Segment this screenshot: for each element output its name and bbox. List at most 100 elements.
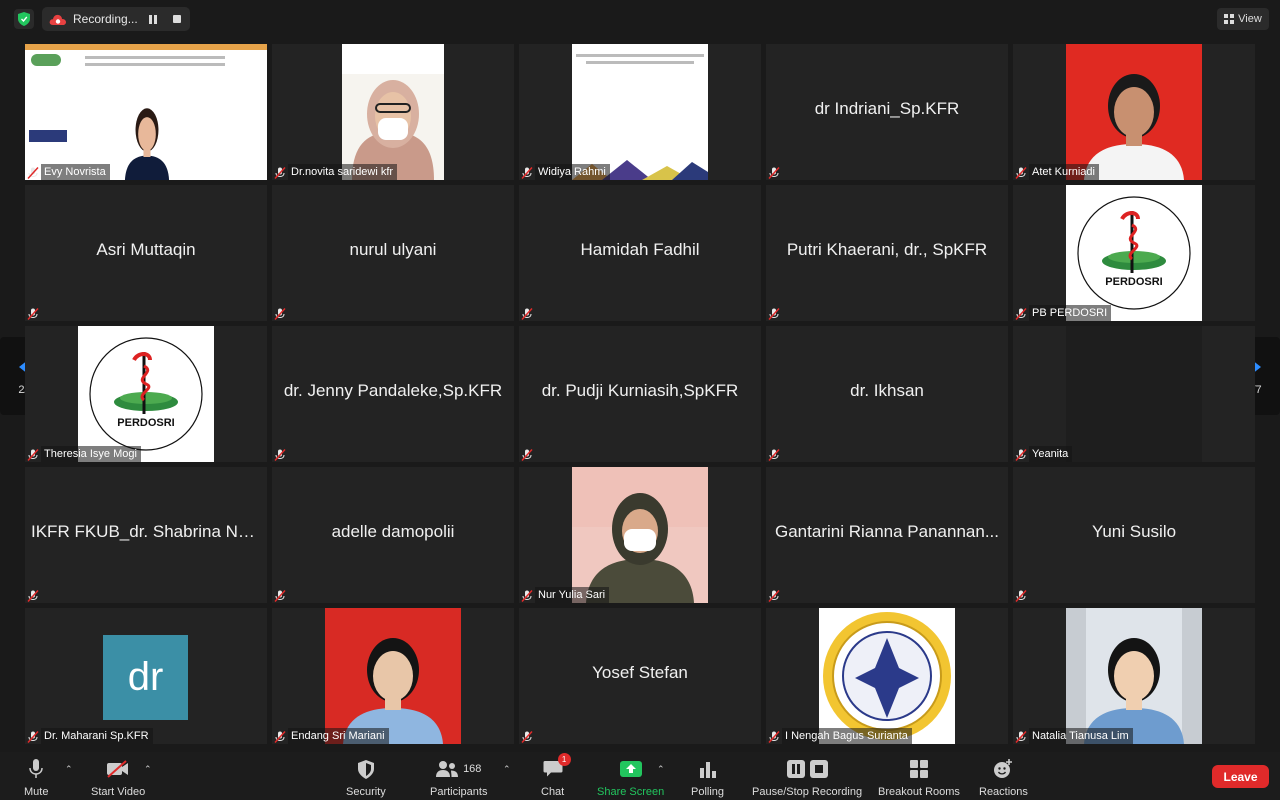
webinar-background [572, 44, 708, 180]
leave-button[interactable]: Leave [1212, 765, 1269, 788]
participants-label: Participants [430, 786, 488, 798]
chat-label: Chat [541, 786, 565, 798]
participant-name-label: Yeanita [1029, 446, 1073, 462]
polling-button[interactable]: Polling [691, 758, 724, 798]
participant-photo [117, 88, 177, 180]
participant-display-name: Yosef Stefan [592, 663, 688, 682]
security-button[interactable]: Security [346, 758, 386, 798]
svg-text:PERDOSRI: PERDOSRI [1105, 276, 1162, 288]
participant-tile[interactable]: Nur Yulia Sari [519, 467, 761, 603]
participant-tile[interactable]: Widiya Rahmi [519, 44, 761, 180]
participant-tile[interactable]: Hamidah Fadhil [519, 185, 761, 321]
participant-tile[interactable]: dr Indriani_Sp.KFR [766, 44, 1008, 180]
breakout-rooms-icon [909, 760, 928, 778]
participant-tile[interactable]: Yeanita [1013, 326, 1255, 462]
participant-tile[interactable]: adelle damopolii [272, 467, 514, 603]
emoji-plus-icon [994, 759, 1013, 778]
muted-microphone-icon [521, 449, 533, 461]
pause-recording-icon[interactable] [149, 14, 157, 24]
participant-tile[interactable]: Yosef Stefan [519, 608, 761, 744]
participant-name-label: Nur Yulia Sari [535, 587, 610, 603]
share-options-caret-icon[interactable]: ⌃ [657, 764, 665, 775]
security-shield-icon[interactable] [14, 9, 34, 29]
muted-microphone-icon [27, 449, 39, 461]
participant-display-name: Hamidah Fadhil [580, 240, 700, 259]
participant-tile[interactable]: Dr.novita saridewi kfr [272, 44, 514, 180]
recording-label: Recording... [73, 12, 138, 26]
participants-options-caret-icon[interactable]: ⌃ [503, 764, 511, 775]
share-screen-label: Share Screen [597, 786, 665, 798]
participant-name-label: Evy Novrista [41, 164, 110, 180]
share-screen-button[interactable]: Share Screen [597, 758, 664, 798]
muted-microphone-icon [274, 308, 286, 320]
participant-tile[interactable]: Asri Muttaqin [25, 185, 267, 321]
participant-display-name: dr. Ikhsan [850, 381, 924, 400]
participant-tile[interactable]: dr. Ikhsan [766, 326, 1008, 462]
chat-button[interactable]: 1 Chat [541, 753, 571, 798]
participant-name-label: Dr. Maharani Sp.KFR [41, 728, 153, 744]
stop-recording-icon[interactable] [173, 15, 181, 23]
shield-icon [357, 759, 374, 779]
pause-icon [786, 760, 805, 778]
participant-tile[interactable]: dr. Jenny Pandaleke,Sp.KFR [272, 326, 514, 462]
perdosri-logo: PERDOSRI [78, 326, 214, 462]
chat-unread-badge: 1 [557, 753, 571, 766]
participant-name-label: Atet Kurniadi [1029, 164, 1099, 180]
participant-name-label: Natalia Tianusa Lim [1029, 728, 1133, 744]
participant-tile[interactable]: Gantarini Rianna Panannan... [766, 467, 1008, 603]
participants-button[interactable]: 168 Participants [430, 758, 487, 798]
participant-display-name: dr Indriani_Sp.KFR [814, 99, 960, 118]
recording-indicator: Recording... [42, 7, 190, 31]
participant-video [1066, 326, 1202, 462]
participant-tile[interactable]: Endang Sri Mariani [272, 608, 514, 744]
participants-icon [436, 761, 459, 777]
breakout-rooms-label: Breakout Rooms [878, 786, 960, 798]
participant-display-name: IKFR FKUB_dr. Shabrina Na... [31, 522, 262, 541]
participant-tile[interactable]: Natalia Tianusa Lim [1013, 608, 1255, 744]
muted-microphone-icon [521, 590, 533, 602]
participant-tile[interactable]: I Nengah Bagus Surianta [766, 608, 1008, 744]
view-button[interactable]: View [1217, 8, 1269, 30]
muted-microphone-icon [27, 590, 39, 602]
muted-microphone-icon [274, 449, 286, 461]
participant-display-name: Asri Muttaqin [96, 240, 196, 259]
participant-tile[interactable]: dr. Pudji Kurniasih,SpKFR [519, 326, 761, 462]
reactions-label: Reactions [979, 786, 1028, 798]
mute-button[interactable]: Mute [24, 758, 48, 798]
muted-microphone-icon [521, 731, 533, 743]
participant-video [572, 467, 708, 603]
participant-display-name: Gantarini Rianna Panannan... [775, 522, 999, 541]
participant-tile[interactable]: Atet Kurniadi [1013, 44, 1255, 180]
video-options-caret-icon[interactable]: ⌃ [144, 764, 152, 775]
participant-photo [1066, 44, 1202, 180]
participant-tile[interactable]: Putri Khaerani, dr., SpKFR [766, 185, 1008, 321]
participant-tile[interactable]: nurul ulyani [272, 185, 514, 321]
cloud-recording-icon [49, 14, 66, 25]
participant-name-label: Widiya Rahmi [535, 164, 610, 180]
participant-tile[interactable]: dr Dr. Maharani Sp.KFR [25, 608, 267, 744]
webinar-background [25, 44, 267, 180]
participant-tile[interactable]: IKFR FKUB_dr. Shabrina Na... [25, 467, 267, 603]
muted-microphone-icon [27, 731, 39, 743]
meeting-toolbar: Mute ⌃ Start Video ⌃ Security 168 Partic… [0, 752, 1280, 800]
audio-options-caret-icon[interactable]: ⌃ [65, 764, 73, 775]
grid-icon [1224, 14, 1235, 24]
participant-video [325, 608, 461, 744]
muted-microphone-icon [768, 449, 780, 461]
start-video-button[interactable]: Start Video [91, 758, 145, 798]
participant-logo: PERDOSRI [1066, 185, 1202, 321]
bar-chart-icon [699, 762, 716, 778]
muted-microphone-icon [768, 731, 780, 743]
participant-display-name: adelle damopolii [331, 522, 455, 541]
breakout-rooms-button[interactable]: Breakout Rooms [878, 758, 960, 798]
reactions-button[interactable]: Reactions [979, 758, 1028, 798]
pause-stop-recording-button[interactable]: Pause/Stop Recording [752, 758, 862, 798]
participant-display-name: dr. Jenny Pandaleke,Sp.KFR [283, 381, 503, 400]
participant-tile[interactable]: PERDOSRI Theresia Isye Mogi [25, 326, 267, 462]
participant-tile[interactable]: Yuni Susilo [1013, 467, 1255, 603]
participant-photo [352, 80, 434, 180]
participant-tile[interactable]: Evy Novrista [25, 44, 267, 180]
participant-name-label: Endang Sri Mariani [288, 728, 389, 744]
participant-tile[interactable]: PERDOSRI PB PERDOSRI [1013, 185, 1255, 321]
participant-photo [325, 608, 461, 744]
